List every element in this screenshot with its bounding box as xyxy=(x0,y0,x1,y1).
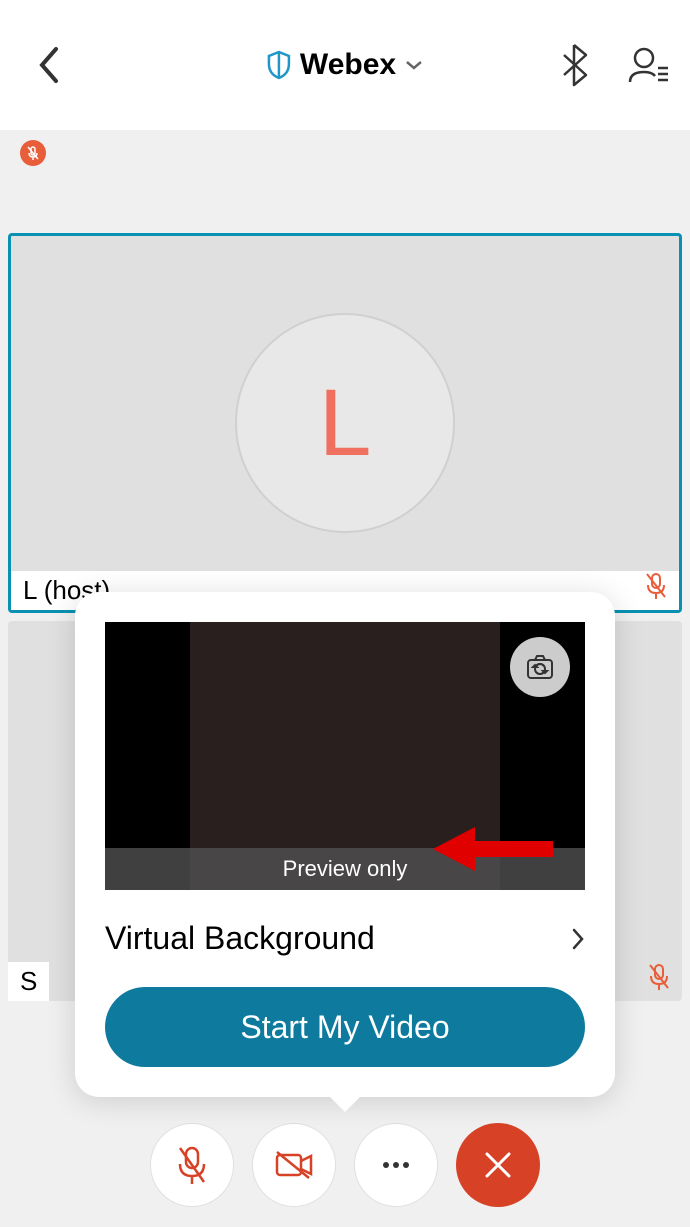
tile-label: S xyxy=(8,962,49,1001)
video-preview-popup: Preview only Virtual Background Start My… xyxy=(75,592,615,1097)
video-button[interactable] xyxy=(252,1123,336,1207)
self-mute-badge xyxy=(20,140,46,166)
person-list-icon xyxy=(628,46,668,84)
avatar-letter: L xyxy=(319,369,372,478)
chevron-right-icon xyxy=(571,927,585,951)
header-actions xyxy=(552,43,670,87)
avatar: L xyxy=(235,313,455,533)
chevron-left-icon xyxy=(36,41,64,89)
mic-muted-icon xyxy=(26,145,40,161)
video-preview: Preview only xyxy=(105,622,585,890)
more-options-button[interactable] xyxy=(354,1123,438,1207)
camera-switch-button[interactable] xyxy=(510,637,570,697)
start-video-button[interactable]: Start My Video xyxy=(105,987,585,1067)
camera-switch-icon xyxy=(525,654,555,680)
preview-only-label: Preview only xyxy=(105,848,585,890)
bluetooth-button[interactable] xyxy=(552,43,596,87)
video-off-icon xyxy=(273,1148,315,1182)
participants-button[interactable] xyxy=(626,43,670,87)
tile-mute-indicator xyxy=(646,962,672,997)
chevron-down-icon xyxy=(404,59,424,71)
mic-muted-icon xyxy=(643,571,669,601)
header-title[interactable]: Webex xyxy=(266,48,424,82)
virtual-background-row[interactable]: Virtual Background xyxy=(105,890,585,987)
title-text: Webex xyxy=(300,48,396,82)
shield-icon xyxy=(266,50,292,80)
mic-muted-icon xyxy=(646,962,672,992)
tile-mute-indicator xyxy=(643,571,669,606)
bluetooth-icon xyxy=(560,43,588,87)
end-call-button[interactable] xyxy=(456,1123,540,1207)
virtual-background-label: Virtual Background xyxy=(105,920,375,957)
header: Webex xyxy=(0,0,690,130)
back-button[interactable] xyxy=(20,35,80,95)
more-icon xyxy=(381,1161,411,1169)
close-icon xyxy=(481,1148,515,1182)
mic-muted-icon xyxy=(174,1144,210,1186)
video-tile-primary[interactable]: L L (host) xyxy=(8,233,682,613)
mute-button[interactable] xyxy=(150,1123,234,1207)
call-toolbar xyxy=(0,1123,690,1207)
